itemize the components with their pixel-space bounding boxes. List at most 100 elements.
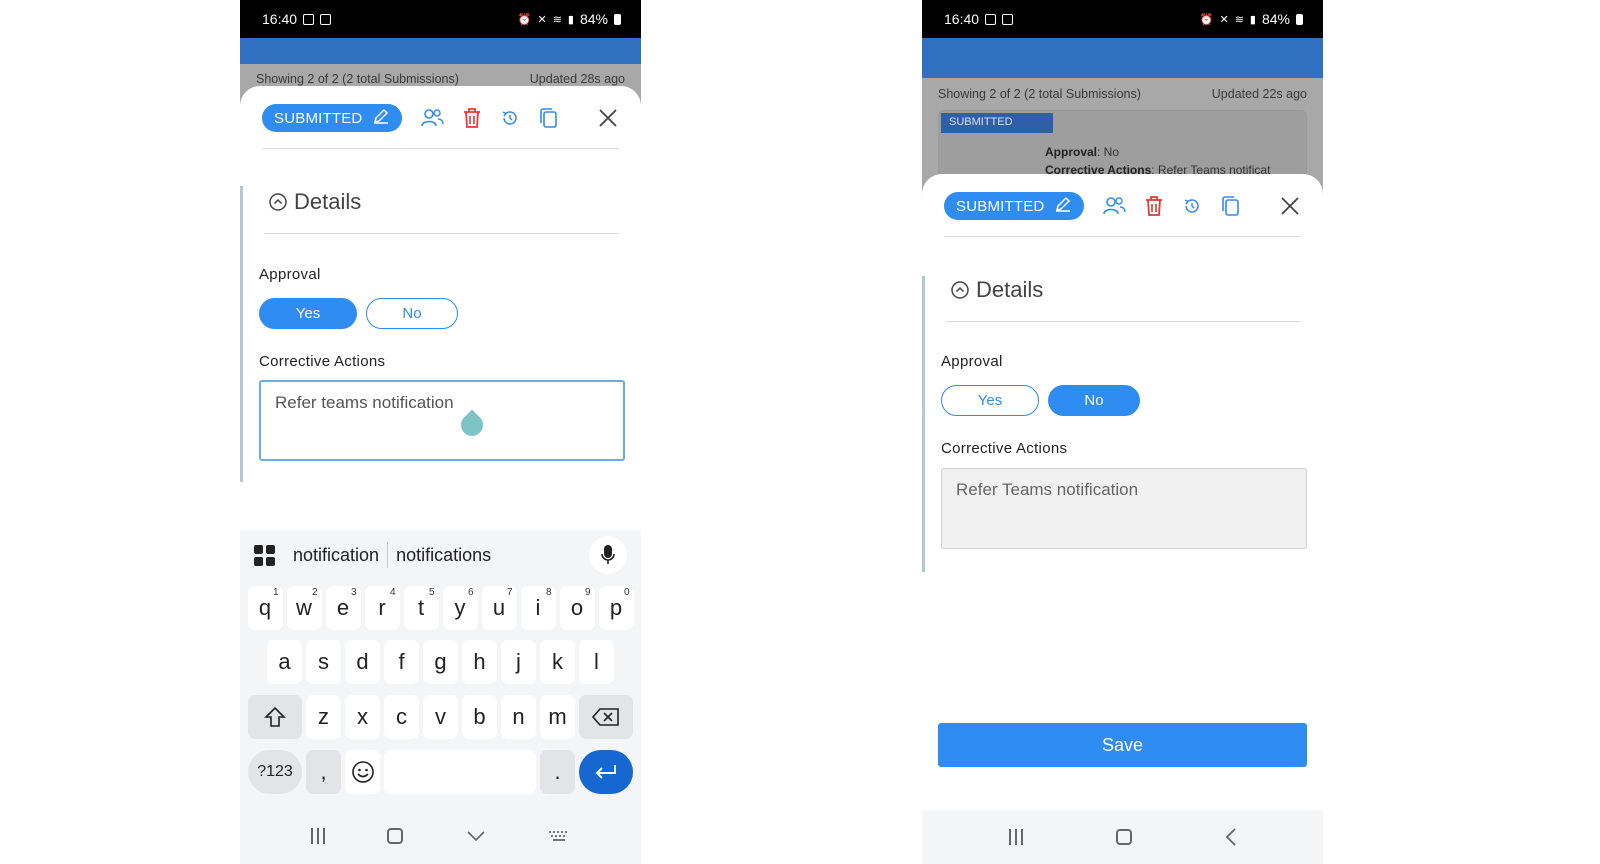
close-icon[interactable] (597, 107, 619, 129)
key-s-label: s (318, 649, 329, 674)
key-v-label: v (435, 704, 446, 729)
key-j[interactable]: j (501, 640, 536, 684)
key-d[interactable]: d (345, 640, 380, 684)
corrective-actions-field[interactable]: Refer teams notification (259, 380, 625, 461)
suggestion-1[interactable]: notification (285, 545, 387, 566)
emoji-key[interactable] (345, 750, 380, 794)
space-key[interactable] (384, 750, 536, 794)
key-a[interactable]: a (267, 640, 302, 684)
key-r-number-hint: 4 (389, 587, 396, 598)
app-header (922, 38, 1323, 78)
apps-grid-icon[interactable] (254, 544, 275, 566)
close-icon[interactable] (1279, 195, 1301, 217)
status-bar: 16:40 ⏰ ✕ ≋ ▮ 84% (240, 0, 641, 38)
key-p-label: p (609, 595, 623, 620)
save-button[interactable]: Save (938, 723, 1307, 767)
copy-icon[interactable] (538, 107, 560, 129)
home-icon[interactable] (1115, 829, 1132, 845)
key-b-label: b (473, 704, 486, 729)
key-t-number-hint: 5 (428, 587, 435, 598)
submissions-count: Showing 2 of 2 (2 total Submissions) (256, 72, 459, 86)
back-icon[interactable] (1225, 827, 1237, 847)
key-c-label: c (396, 704, 407, 729)
key-l[interactable]: l (579, 640, 614, 684)
key-o[interactable]: o9 (559, 586, 595, 630)
period-key[interactable]: . (540, 750, 575, 794)
home-icon[interactable] (387, 828, 404, 844)
status-time: 16:40 (944, 11, 980, 27)
status-pill[interactable]: SUBMITTED (262, 104, 403, 132)
key-g[interactable]: g (423, 640, 458, 684)
details-header[interactable]: Details (268, 189, 361, 215)
approval-no-button[interactable]: No (366, 298, 458, 329)
wifi-icon: ≋ (552, 13, 562, 26)
users-icon[interactable] (420, 107, 445, 129)
key-s[interactable]: s (306, 640, 341, 684)
suggestion-2[interactable]: notifications (388, 545, 499, 566)
key-f[interactable]: f (384, 640, 419, 684)
key-e[interactable]: e3 (325, 586, 361, 630)
status-pill[interactable]: SUBMITTED (944, 192, 1085, 220)
key-b[interactable]: b (462, 695, 497, 739)
key-q[interactable]: q1 (247, 586, 283, 630)
key-p[interactable]: p0 (598, 586, 634, 630)
alarm-icon: ⏰ (1199, 13, 1214, 26)
key-r[interactable]: r4 (364, 586, 400, 630)
enter-key[interactable] (579, 750, 633, 794)
system-nav-bar (240, 808, 641, 864)
keyboard-switch-icon[interactable] (548, 829, 570, 843)
backspace-icon (592, 708, 619, 726)
backspace-key[interactable] (579, 695, 633, 739)
corrective-actions-field[interactable]: Refer Teams notification (941, 468, 1307, 549)
symbols-key[interactable]: ?123 (248, 750, 302, 794)
copy-icon[interactable] (1220, 195, 1242, 217)
hide-keyboard-icon[interactable] (466, 830, 486, 842)
key-u[interactable]: u7 (481, 586, 517, 630)
trash-icon[interactable] (462, 107, 482, 129)
key-k-label: k (552, 649, 563, 674)
key-m[interactable]: m (540, 695, 575, 739)
shift-key[interactable] (248, 695, 302, 739)
microphone-icon[interactable] (589, 536, 627, 574)
recent-apps-icon[interactable] (311, 828, 326, 844)
details-section: Details Approval Yes No Corrective Actio… (240, 186, 641, 482)
pencil-icon (372, 107, 390, 129)
key-c[interactable]: c (384, 695, 419, 739)
key-f-label: f (398, 649, 405, 674)
key-x[interactable]: x (345, 695, 380, 739)
users-icon[interactable] (1102, 195, 1127, 217)
key-o-label: o (570, 595, 584, 620)
card-approval-label: Approval (1045, 145, 1098, 159)
history-icon[interactable] (1182, 196, 1202, 216)
details-header[interactable]: Details (950, 277, 1043, 303)
key-n-label: n (512, 704, 525, 729)
battery-icon (1296, 13, 1303, 25)
key-k[interactable]: k (540, 640, 575, 684)
trash-icon[interactable] (1144, 195, 1164, 217)
key-y[interactable]: y6 (442, 586, 478, 630)
history-icon[interactable] (500, 108, 520, 128)
key-w[interactable]: w2 (286, 586, 322, 630)
approval-no-button[interactable]: No (1048, 385, 1140, 416)
collapse-chevron-icon (951, 281, 969, 299)
approval-yes-button[interactable]: Yes (259, 298, 357, 329)
submissions-summary: Showing 2 of 2 (2 total Submissions) Upd… (938, 87, 1307, 101)
approval-label: Approval (259, 266, 321, 283)
key-t[interactable]: t5 (403, 586, 439, 630)
key-n[interactable]: n (501, 695, 536, 739)
phone-screen-saved: 16:40 ⏰ ✕ ≋ ▮ 84% Showing 2 of 2 (2 tota… (922, 0, 1323, 864)
battery-icon (614, 13, 621, 25)
approval-yes-button[interactable]: Yes (941, 385, 1039, 416)
battery-level: 84% (1261, 11, 1290, 27)
comma-key[interactable]: , (306, 750, 341, 794)
key-v[interactable]: v (423, 695, 458, 739)
keyboard-row-3: z x c v b nm (240, 695, 641, 739)
status-pill-label: SUBMITTED (274, 109, 363, 127)
key-u-label: u (492, 595, 506, 620)
key-h[interactable]: h (462, 640, 497, 684)
recent-apps-icon[interactable] (1008, 829, 1023, 845)
key-z[interactable]: z (306, 695, 341, 739)
key-e-number-hint: 3 (350, 587, 357, 598)
key-e-label: e (336, 595, 350, 620)
key-i[interactable]: i8 (520, 586, 556, 630)
